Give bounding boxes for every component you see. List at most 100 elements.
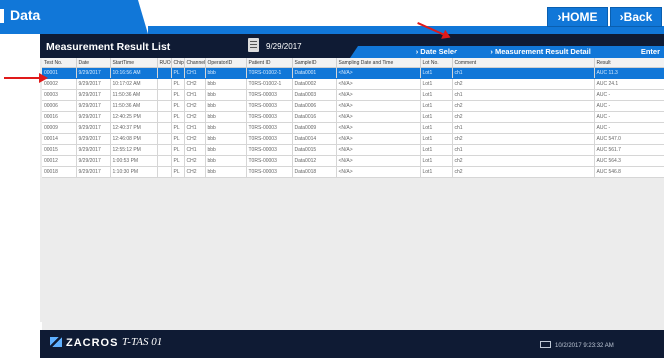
table-cell: CH1: [184, 122, 206, 134]
table-cell: PL: [171, 78, 185, 90]
home-button[interactable]: ›HOME: [547, 7, 608, 27]
table-cell: 9/29/2017: [76, 166, 111, 178]
table-cell: <N/A>: [336, 67, 421, 79]
table-cell: 00003: [42, 89, 77, 101]
table-cell: Data0002: [292, 78, 337, 90]
status-datetime: 10/2/2017 9:23:32 AM: [540, 341, 614, 349]
table-cell: 9/29/2017: [76, 67, 111, 79]
table-cell: <N/A>: [336, 100, 421, 112]
table-cell: ch2: [452, 100, 595, 112]
table-cell: AUC -: [594, 89, 664, 101]
results-table: Test No. Date StartTime RUO Chip Channel Opera…: [42, 58, 664, 354]
column-header: RUO: [157, 58, 172, 68]
table-cell: 9/29/2017: [76, 100, 111, 112]
table-cell: CH2: [184, 78, 206, 90]
table-cell: AUC 11.3: [594, 67, 664, 79]
table-cell: <N/A>: [336, 133, 421, 145]
column-header: SampleID: [292, 58, 337, 68]
table-cell: bbb: [205, 78, 247, 90]
table-cell: CH2: [184, 133, 206, 145]
table-row[interactable]: 00014 9/29/2017 12:46:08 PM PL CH2 bbb T0RS-00…: [42, 133, 664, 145]
table-cell: ch1: [452, 89, 595, 101]
empty-row: [42, 298, 664, 310]
table-cell: 9/29/2017: [76, 78, 111, 90]
table-cell: [157, 133, 172, 145]
table-cell: 9/29/2017: [76, 133, 111, 145]
table-cell: 12:40:37 PM: [110, 122, 158, 134]
table-cell: [157, 144, 172, 156]
table-cell: Data0006: [292, 100, 337, 112]
table-row[interactable]: 00001 9/29/2017 10:16:56 AM PL CH1 bbb T0RS-01…: [42, 67, 664, 79]
detail-label: › Measurement Result Detail: [490, 47, 591, 56]
table-cell: <N/A>: [336, 122, 421, 134]
measurement-result-detail-button[interactable]: › Measurement Result Detail Enter: [452, 46, 664, 58]
table-cell: Data0014: [292, 133, 337, 145]
back-button[interactable]: ›Back: [610, 7, 662, 27]
table-cell: AUC -: [594, 122, 664, 134]
table-row[interactable]: 00012 9/29/2017 1:00:53 PM PL CH2 bbb T0RS-000…: [42, 155, 664, 167]
table-cell: 12:55:12 PM: [110, 144, 158, 156]
table-row[interactable]: 00015 9/29/2017 12:55:12 PM PL CH1 bbb T0RS-00…: [42, 144, 664, 156]
table-cell: 9/29/2017: [76, 155, 111, 167]
table-cell: AUC -: [594, 111, 664, 123]
calendar-icon: [248, 38, 259, 52]
top-bar: Data ›HOME ›Back: [0, 0, 664, 34]
empty-row: [42, 177, 664, 189]
table-cell: 00006: [42, 100, 77, 112]
table-cell: Lot1: [420, 155, 453, 167]
table-cell: Lot1: [420, 78, 453, 90]
empty-row: [42, 287, 664, 299]
table-row[interactable]: 00016 9/29/2017 12:40:25 PM PL CH2 bbb T0RS-00…: [42, 111, 664, 123]
table-cell: bbb: [205, 67, 247, 79]
table-cell: ch2: [452, 78, 595, 90]
table-cell: PL: [171, 111, 185, 123]
table-cell: 10:16:56 AM: [110, 67, 158, 79]
table-cell: 11:50:36 AM: [110, 89, 158, 101]
date-display: 9/29/2017: [266, 42, 302, 51]
table-cell: AUC 564.3: [594, 155, 664, 167]
empty-row: [42, 199, 664, 211]
table-cell: Lot1: [420, 100, 453, 112]
table-row[interactable]: 00009 9/29/2017 12:40:37 PM PL CH1 bbb T0RS-00…: [42, 122, 664, 134]
table-cell: T0RS-00003: [246, 166, 293, 178]
table-cell: [157, 100, 172, 112]
table-cell: AUC 547.0: [594, 133, 664, 145]
table-cell: AUC 546.8: [594, 166, 664, 178]
table-cell: ch1: [452, 67, 595, 79]
table-cell: ch1: [452, 144, 595, 156]
table-cell: 11:50:36 AM: [110, 100, 158, 112]
table-cell: 00009: [42, 122, 77, 134]
table-cell: Lot1: [420, 133, 453, 145]
panel-title: Measurement Result List: [46, 41, 171, 53]
table-cell: 10:17:02 AM: [110, 78, 158, 90]
table-cell: AUC -: [594, 100, 664, 112]
column-header: Chip: [171, 58, 185, 68]
column-header: OperatorID: [205, 58, 247, 68]
table-cell: [157, 111, 172, 123]
table-cell: 00014: [42, 133, 77, 145]
table-cell: 9/29/2017: [76, 111, 111, 123]
table-cell: CH2: [184, 111, 206, 123]
table-cell: AUC 561.7: [594, 144, 664, 156]
table-cell: T0RS-00003: [246, 144, 293, 156]
table-cell: Lot1: [420, 122, 453, 134]
table-cell: Lot1: [420, 166, 453, 178]
footer-bar: ZACROS T-TAS 01 10/2/2017 9:23:32 AM: [40, 330, 664, 358]
table-cell: Data0016: [292, 111, 337, 123]
table-cell: T0RS-01002-1: [246, 67, 293, 79]
table-cell: <N/A>: [336, 166, 421, 178]
table-row[interactable]: 00003 9/29/2017 11:50:36 AM PL CH1 bbb T0RS-00…: [42, 89, 664, 101]
table-row[interactable]: 00006 9/29/2017 11:50:36 AM PL CH2 bbb T0RS-00…: [42, 100, 664, 112]
table-row[interactable]: 00018 9/29/2017 1:10:30 PM PL CH2 bbb T0RS-000…: [42, 166, 664, 178]
column-header: Lot No.: [420, 58, 453, 68]
table-cell: ch2: [452, 155, 595, 167]
table-cell: 1:00:53 PM: [110, 155, 158, 167]
table-row[interactable]: 00002 9/29/2017 10:17:02 AM PL CH2 bbb T0RS-01…: [42, 78, 664, 90]
table-cell: PL: [171, 166, 185, 178]
table-cell: T0RS-00003: [246, 100, 293, 112]
table-cell: CH2: [184, 155, 206, 167]
table-cell: ch2: [452, 111, 595, 123]
empty-row: [42, 210, 664, 222]
annotation-arrow-icon: [4, 73, 48, 83]
brand-text: ZACROS: [66, 337, 119, 349]
